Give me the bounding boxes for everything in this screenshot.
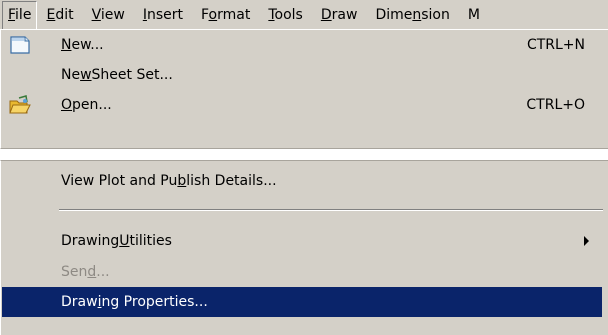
menu-item-new-shortcut: CTRL+N [526, 37, 585, 53]
menu-item-drawing-utilities-label: Drawing Utilities [61, 233, 172, 249]
menu-item-drawing-properties-label: Draw i ng Properties... [61, 294, 208, 310]
menu-file[interactable]: File [2, 0, 38, 29]
menu-edit[interactable]: Edit [37, 1, 82, 29]
menu-item-view-plot-details[interactable]: View Plot and Pu b lish Details... [1, 166, 605, 196]
menu-item-new-sheet-set-label: Ne w Sheet Set... [61, 67, 173, 83]
menu-modify[interactable]: M [459, 1, 489, 29]
menu-tools-label: Tools [268, 6, 303, 23]
menu-separator [59, 209, 603, 211]
file-menu-dropdown-top: New... CTRL+N Ne w Sheet Set... Open... C… [0, 30, 608, 149]
menu-item-view-plot-details-label: View Plot and Pu b lish Details... [61, 173, 277, 189]
menu-format-label: Format [200, 6, 251, 23]
menu-dimension-label: Dimension [375, 6, 450, 23]
new-document-icon [9, 35, 31, 55]
menu-view[interactable]: View [83, 1, 134, 29]
menu-item-send-label: Sen d... [61, 264, 110, 280]
menu-format[interactable]: Format [192, 1, 259, 29]
menu-bar: File Edit View Insert Format Tools Draw … [0, 0, 608, 30]
menu-draw-label: Draw [320, 6, 358, 23]
menu-insert-label: Insert [142, 6, 183, 23]
menu-item-drawing-properties[interactable]: Draw i ng Properties... [2, 287, 602, 317]
menu-item-open-shortcut: CTRL+O [526, 97, 585, 113]
menu-item-drawing-utilities[interactable]: Drawing Utilities [1, 226, 605, 256]
menu-draw[interactable]: Draw [312, 1, 367, 29]
menu-dimension[interactable]: Dimension [366, 1, 458, 29]
autocad-file-menu-screenshot: File Edit View Insert Format Tools Draw … [0, 0, 608, 335]
menu-item-send: Sen d... [1, 257, 605, 287]
submenu-arrow-icon [584, 236, 589, 246]
menu-tools[interactable]: Tools [259, 1, 312, 29]
menu-item-open-label: Open... [61, 97, 112, 113]
menu-edit-label: Edit [46, 6, 74, 23]
menu-insert[interactable]: Insert [134, 1, 192, 29]
menu-item-new[interactable]: New... CTRL+N [1, 30, 605, 60]
cropped-gap [0, 149, 608, 160]
open-folder-icon [9, 95, 31, 115]
menu-item-new-label: New... [61, 37, 104, 53]
menu-file-label: File [8, 7, 32, 23]
menu-item-new-sheet-set[interactable]: Ne w Sheet Set... [1, 60, 605, 90]
menu-view-label: View [91, 6, 125, 23]
menu-modify-label: M [467, 6, 480, 23]
menu-item-open[interactable]: Open... CTRL+O [1, 90, 605, 120]
file-menu-dropdown-bottom: View Plot and Pu b lish Details... Drawing… [0, 160, 608, 335]
